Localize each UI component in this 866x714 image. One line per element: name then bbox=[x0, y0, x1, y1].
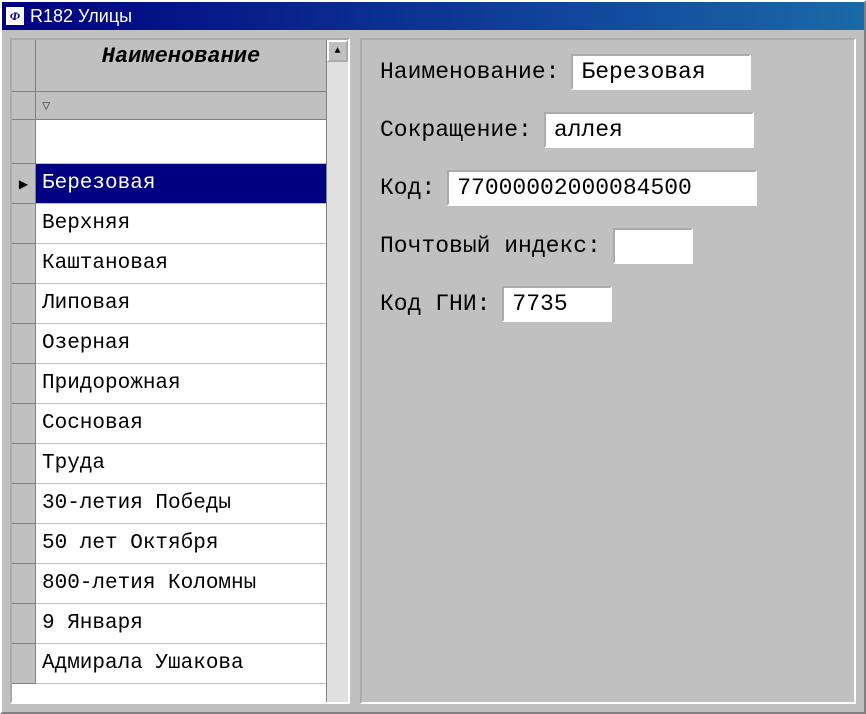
content-area: Наименование Березовая Верхняя bbox=[2, 30, 864, 712]
row-cell: Озерная bbox=[36, 324, 326, 364]
abbr-field[interactable] bbox=[544, 112, 754, 148]
scroll-track[interactable] bbox=[327, 62, 348, 702]
table-row[interactable]: Адмирала Ушакова bbox=[12, 644, 326, 684]
indicator-header bbox=[12, 40, 36, 92]
table-row[interactable]: Сосновая bbox=[12, 404, 326, 444]
postal-label: Почтовый индекс: bbox=[380, 233, 601, 259]
abbr-label: Сокращение: bbox=[380, 117, 532, 143]
row-indicator bbox=[12, 644, 36, 684]
row-indicator bbox=[12, 204, 36, 244]
row-cell: Придорожная bbox=[36, 364, 326, 404]
window-title: R182 Улицы bbox=[30, 6, 132, 27]
grid-area: Наименование Березовая Верхняя bbox=[12, 40, 326, 702]
gni-label: Код ГНИ: bbox=[380, 291, 490, 317]
row-indicator bbox=[12, 404, 36, 444]
detail-panel: Наименование: Сокращение: Код: Почтовый … bbox=[360, 38, 856, 704]
blank-indicator bbox=[12, 120, 36, 164]
row-indicator bbox=[12, 524, 36, 564]
postal-field[interactable] bbox=[613, 228, 693, 264]
row-indicator bbox=[12, 324, 36, 364]
scroll-up-button[interactable]: ▲ bbox=[327, 40, 348, 62]
row-cell: Труда bbox=[36, 444, 326, 484]
name-field[interactable] bbox=[571, 54, 751, 90]
table-row[interactable]: 50 лет Октября bbox=[12, 524, 326, 564]
form-row-code: Код: bbox=[380, 170, 836, 206]
table-row[interactable]: Верхняя bbox=[12, 204, 326, 244]
row-indicator bbox=[12, 604, 36, 644]
blank-row bbox=[12, 120, 326, 164]
sort-indicator-col bbox=[12, 92, 36, 120]
sort-row bbox=[12, 92, 326, 120]
form-row-postal: Почтовый индекс: bbox=[380, 228, 836, 264]
row-cell: Каштановая bbox=[36, 244, 326, 284]
row-pointer-icon bbox=[12, 164, 36, 204]
app-icon: Ф bbox=[6, 7, 24, 25]
title-bar[interactable]: Ф R182 Улицы bbox=[2, 2, 864, 30]
row-indicator bbox=[12, 364, 36, 404]
blank-cell bbox=[36, 120, 326, 164]
sort-desc-icon bbox=[42, 94, 50, 117]
form-row-gni: Код ГНИ: bbox=[380, 286, 836, 322]
row-indicator bbox=[12, 564, 36, 604]
row-cell: Липовая bbox=[36, 284, 326, 324]
gni-field[interactable] bbox=[502, 286, 612, 322]
vertical-scrollbar[interactable]: ▲ bbox=[326, 40, 348, 702]
code-label: Код: bbox=[380, 175, 435, 201]
table-row[interactable]: 9 Января bbox=[12, 604, 326, 644]
sort-cell[interactable] bbox=[36, 92, 326, 120]
form-row-name: Наименование: bbox=[380, 54, 836, 90]
table-row[interactable]: Труда bbox=[12, 444, 326, 484]
row-indicator bbox=[12, 444, 36, 484]
table-row[interactable]: 800-летия Коломны bbox=[12, 564, 326, 604]
row-cell: 800-летия Коломны bbox=[36, 564, 326, 604]
table-row[interactable]: Озерная bbox=[12, 324, 326, 364]
row-cell: Березовая bbox=[36, 164, 326, 204]
row-cell: Верхняя bbox=[36, 204, 326, 244]
row-cell: Адмирала Ушакова bbox=[36, 644, 326, 684]
code-field[interactable] bbox=[447, 170, 757, 206]
table-row[interactable]: Придорожная bbox=[12, 364, 326, 404]
grid-header-row: Наименование bbox=[12, 40, 326, 92]
name-label: Наименование: bbox=[380, 59, 559, 85]
table-row[interactable]: 30-летия Победы bbox=[12, 484, 326, 524]
row-indicator bbox=[12, 484, 36, 524]
row-indicator bbox=[12, 244, 36, 284]
table-row[interactable]: Березовая bbox=[12, 164, 326, 204]
table-row[interactable]: Липовая bbox=[12, 284, 326, 324]
row-cell: 9 Января bbox=[36, 604, 326, 644]
window: Ф R182 Улицы Наименование Б bbox=[0, 0, 866, 714]
row-cell: Сосновая bbox=[36, 404, 326, 444]
column-header-name[interactable]: Наименование bbox=[36, 40, 326, 92]
form-row-abbr: Сокращение: bbox=[380, 112, 836, 148]
grid-panel: Наименование Березовая Верхняя bbox=[10, 38, 350, 704]
row-indicator bbox=[12, 284, 36, 324]
row-cell: 50 лет Октября bbox=[36, 524, 326, 564]
table-row[interactable]: Каштановая bbox=[12, 244, 326, 284]
row-cell: 30-летия Победы bbox=[36, 484, 326, 524]
